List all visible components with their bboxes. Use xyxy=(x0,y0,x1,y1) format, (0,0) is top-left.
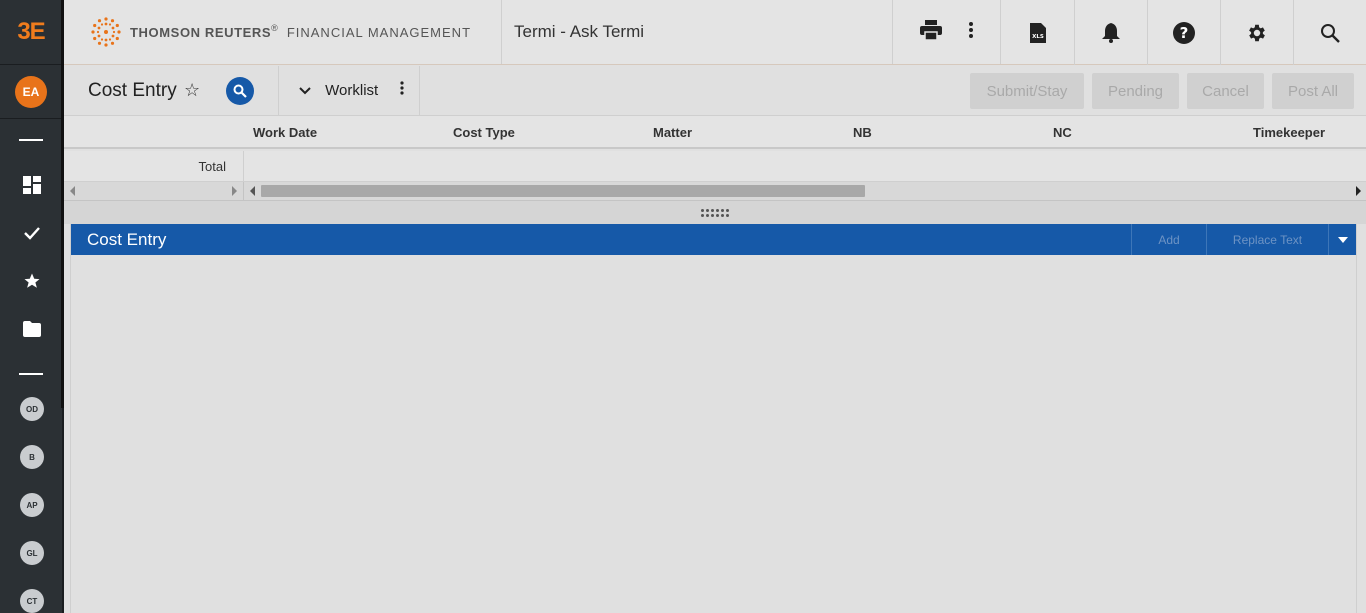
brand-primary: THOMSON REUTERS xyxy=(130,24,272,40)
xls-file-icon: XLS xyxy=(1029,22,1046,43)
panel-dropdown-button[interactable] xyxy=(1328,224,1356,255)
worklist-label[interactable]: Worklist xyxy=(325,82,378,99)
add-button[interactable]: Add xyxy=(1131,224,1206,255)
help-question-icon: ? xyxy=(1173,21,1195,44)
chevron-down-icon[interactable] xyxy=(299,86,311,95)
pane-splitter[interactable] xyxy=(64,200,1366,224)
brand-area: THOMSON REUTERS ® FINANCIAL MANAGEMENT xyxy=(64,0,502,64)
search-icon xyxy=(233,84,247,98)
print-group xyxy=(893,0,1001,64)
drag-handle-icon[interactable] xyxy=(701,208,729,217)
submit-stay-button[interactable]: Submit/Stay xyxy=(970,73,1084,109)
page-search-button[interactable] xyxy=(226,76,255,105)
gear-icon xyxy=(1249,24,1265,41)
shortcut-gl[interactable]: GL xyxy=(0,529,64,577)
frozen-pane-scroll[interactable] xyxy=(64,182,244,200)
replace-text-button[interactable]: Replace Text xyxy=(1206,224,1328,255)
cancel-button[interactable]: Cancel xyxy=(1187,73,1264,109)
favorite-star-icon[interactable]: ☆ xyxy=(184,80,200,101)
global-search-button[interactable] xyxy=(1293,0,1366,65)
column-nc[interactable]: NC xyxy=(1053,125,1072,140)
shortcut-od[interactable]: OD xyxy=(0,385,64,433)
horizontal-scrollbar[interactable] xyxy=(64,182,1366,200)
shortcut-ap[interactable]: AP xyxy=(0,481,64,529)
caret-down-icon xyxy=(1337,236,1348,243)
total-label: Total xyxy=(64,151,244,182)
page-title: Cost Entry xyxy=(88,79,177,101)
column-cost-type[interactable]: Cost Type xyxy=(453,125,515,140)
shortcut-b[interactable]: B xyxy=(0,433,64,481)
post-all-button[interactable]: Post All xyxy=(1272,73,1354,109)
print-icon[interactable] xyxy=(920,19,942,45)
search-icon xyxy=(1321,23,1340,43)
scroll-left-arrow-icon[interactable] xyxy=(70,186,75,196)
brand-secondary: FINANCIAL MANAGEMENT xyxy=(286,24,472,40)
page-header: Cost Entry ☆ Worklist Submit/Stay Pendin… xyxy=(64,65,1366,116)
app-title: Termi - Ask Termi xyxy=(502,0,893,64)
scroll-right-arrow-icon[interactable] xyxy=(232,186,237,196)
cost-entry-panel xyxy=(70,224,1357,613)
dashboard-icon[interactable] xyxy=(0,161,64,209)
panel-title: Cost Entry xyxy=(87,229,167,249)
pending-button[interactable]: Pending xyxy=(1092,73,1179,109)
svg-text:?: ? xyxy=(1180,24,1189,42)
column-matter[interactable]: Matter xyxy=(653,125,692,140)
top-bar: THOMSON REUTERS ® FINANCIAL MANAGEMENT Te… xyxy=(64,0,1366,65)
app-logo[interactable]: 3E xyxy=(0,0,62,65)
help-button[interactable]: ? xyxy=(1147,0,1220,65)
worklist-more-icon[interactable] xyxy=(400,81,404,100)
scrollbar-thumb[interactable] xyxy=(261,185,865,197)
cost-entry-panel-header: Cost Entry Add Replace Text xyxy=(71,224,1356,255)
left-rail: 3E EA OD B AP GL CT xyxy=(0,0,64,613)
settings-button[interactable] xyxy=(1220,0,1293,65)
grid-header: Work Date Cost Type Matter NB NC Timekee… xyxy=(64,116,1366,149)
user-avatar[interactable]: EA xyxy=(15,75,47,108)
column-timekeeper[interactable]: Timekeeper xyxy=(1253,125,1325,140)
notifications-button[interactable] xyxy=(1074,0,1147,65)
bell-icon xyxy=(1102,22,1120,43)
svg-text:XLS: XLS xyxy=(1032,34,1044,40)
column-nb[interactable]: NB xyxy=(853,125,872,140)
thomson-reuters-logo-icon xyxy=(91,17,121,47)
scroll-left-arrow-icon[interactable] xyxy=(250,186,255,196)
total-row: Total xyxy=(64,151,1366,182)
brand-registered: ® xyxy=(271,23,278,33)
header-divider xyxy=(419,65,421,116)
favorites-star-icon[interactable] xyxy=(0,257,64,305)
checkmark-icon[interactable] xyxy=(0,209,64,257)
header-divider xyxy=(278,65,280,116)
folder-icon[interactable] xyxy=(0,305,64,353)
column-work-date[interactable]: Work Date xyxy=(253,125,317,140)
more-vertical-icon[interactable] xyxy=(969,21,973,43)
export-xls-button[interactable]: XLS xyxy=(1001,0,1074,65)
user-avatar-area: EA xyxy=(0,65,62,119)
shortcut-ct[interactable]: CT xyxy=(0,577,64,613)
scroll-right-arrow-icon[interactable] xyxy=(1356,186,1361,196)
